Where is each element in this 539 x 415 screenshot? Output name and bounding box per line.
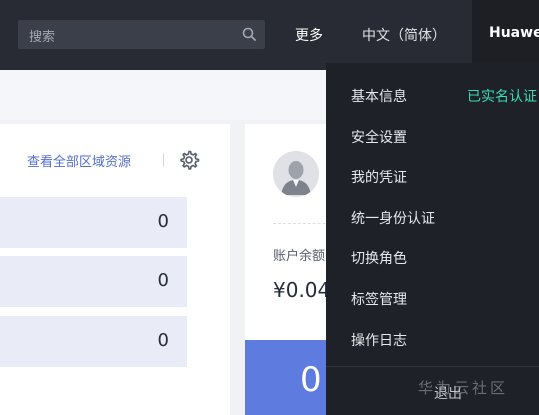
language-selector[interactable]: 中文（简体）	[362, 25, 446, 45]
user-name: Huawei	[489, 25, 539, 41]
menu-item-identity-access[interactable]: 统一身份认证	[351, 208, 435, 228]
resource-count: 0	[157, 270, 169, 291]
user-dropdown-menu: 基本信息 已实名认证 安全设置 我的凭证 统一身份认证 切换角色 标签管理 操作…	[326, 63, 539, 415]
menu-item-operation-log[interactable]: 操作日志	[351, 330, 407, 350]
resource-row[interactable]: 0	[0, 256, 187, 307]
view-all-regions-link[interactable]: 查看全部区域资源	[27, 151, 131, 170]
menu-item-tag-management[interactable]: 标签管理	[351, 289, 407, 309]
highlight-count: 0	[300, 360, 322, 400]
avatar	[273, 151, 319, 197]
user-account-menu[interactable]: Huawei	[472, 0, 539, 70]
resource-row[interactable]: 0	[0, 197, 187, 248]
resource-count: 0	[157, 330, 169, 351]
menu-item-switch-role[interactable]: 切换角色	[351, 248, 407, 268]
search-box[interactable]: 搜索	[18, 20, 265, 49]
search-icon[interactable]	[242, 27, 256, 41]
top-navigation-bar: 搜索 更多 中文（简体） Huawei	[0, 0, 539, 70]
menu-item-basic-info[interactable]: 基本信息	[351, 86, 407, 106]
resources-card: 查看全部区域资源 0 0 0	[0, 124, 230, 415]
resource-count: 0	[157, 211, 169, 232]
balance-label: 账户余额	[273, 249, 326, 264]
verified-status-badge[interactable]: 已实名认证	[467, 86, 537, 106]
gear-icon[interactable]	[178, 149, 200, 171]
menu-item-security-settings[interactable]: 安全设置	[351, 127, 407, 147]
user-avatar-icon	[273, 151, 319, 197]
menu-divider	[326, 366, 539, 367]
menu-item-credentials[interactable]: 我的凭证	[351, 167, 407, 187]
search-input[interactable]: 搜索	[29, 26, 55, 45]
nav-more-menu[interactable]: 更多	[295, 25, 323, 45]
balance-value: ¥0.04	[273, 278, 331, 302]
divider	[163, 153, 164, 167]
resource-row[interactable]: 0	[0, 316, 187, 367]
watermark: 华为云社区	[418, 379, 509, 397]
